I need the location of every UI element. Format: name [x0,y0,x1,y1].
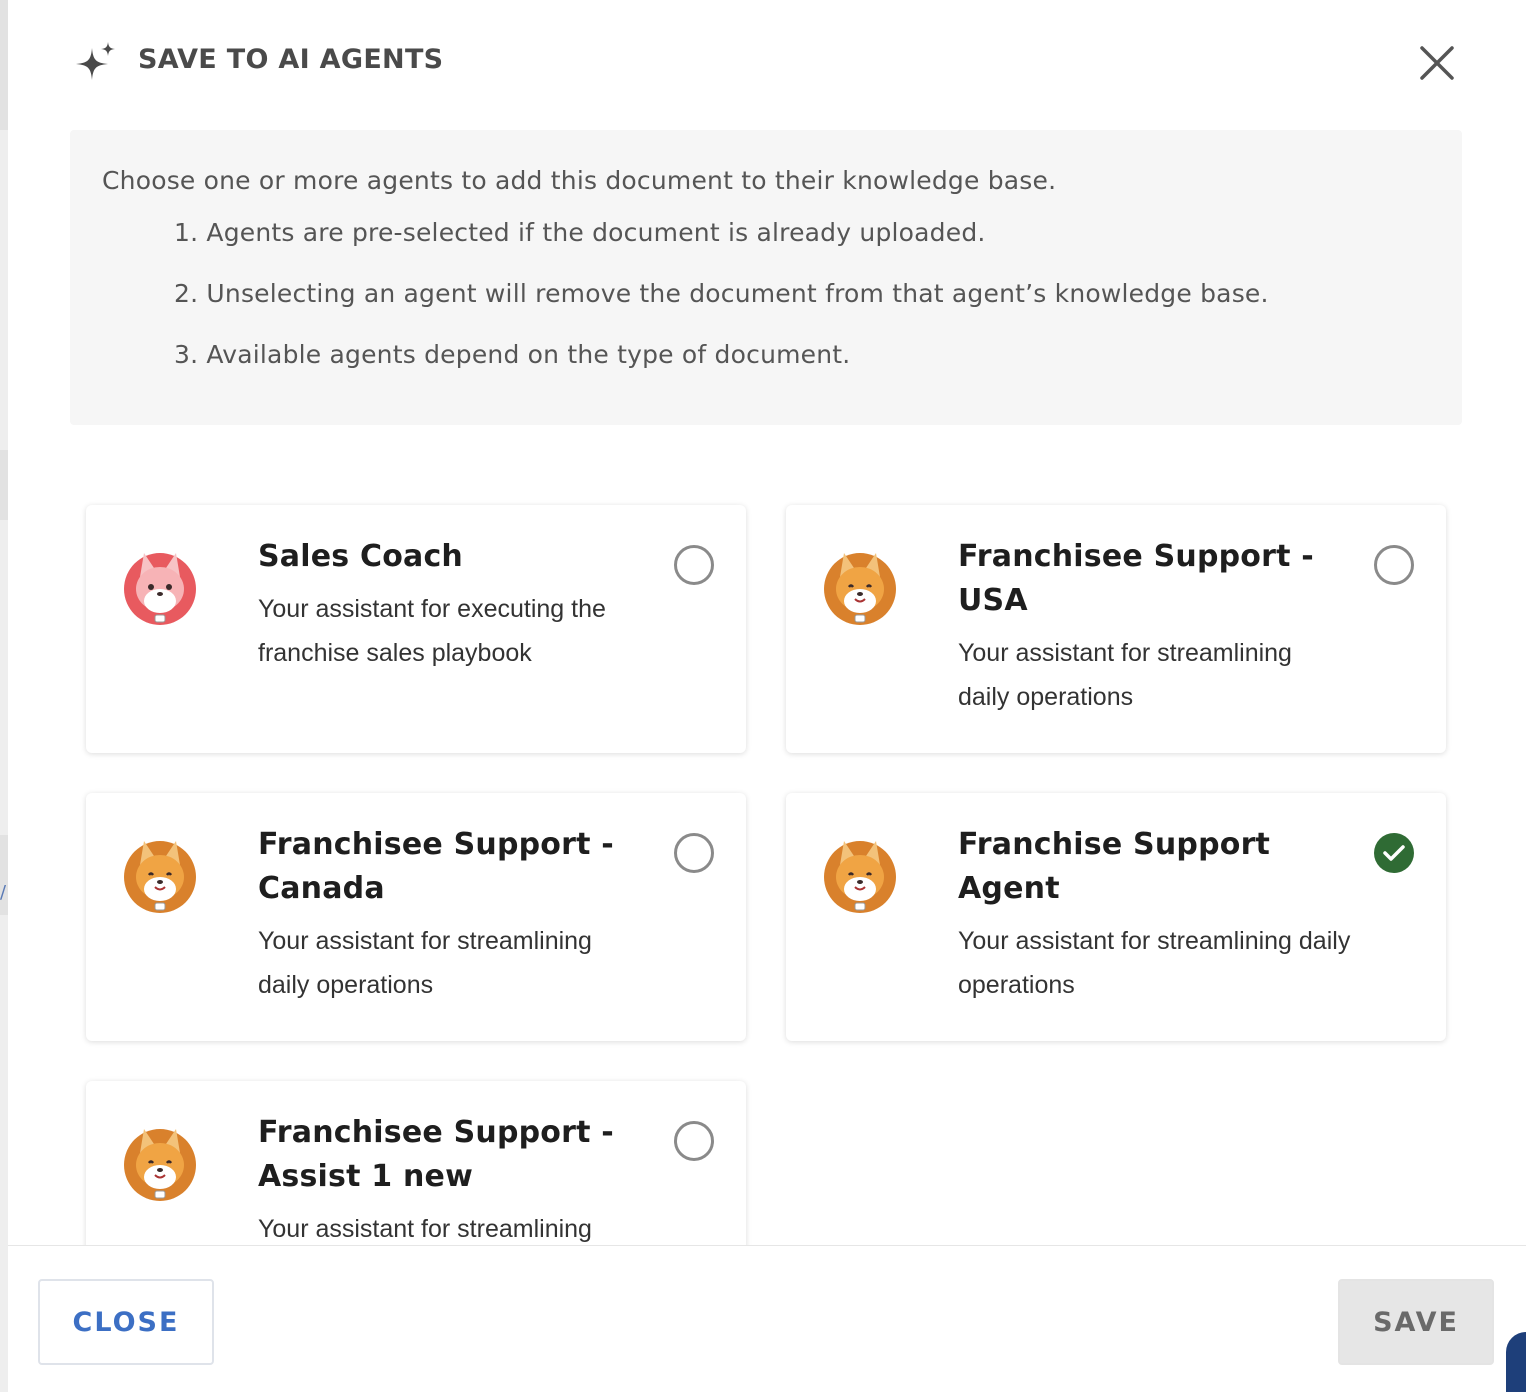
agent-description: Your assistant for executing the franchi… [258,595,606,667]
agent-info: Franchisee Support - Canada Your assista… [258,823,638,1007]
agent-card-franchisee-support-usa[interactable]: Franchisee Support - USA Your assistant … [786,505,1446,753]
backdrop-segment [0,835,8,915]
agent-name: Franchisee Support - USA [958,539,1314,618]
dialog-title: SAVE TO AI AGENTS [138,44,444,75]
agent-card-franchise-support-agent[interactable]: Franchise Support Agent Your assistant f… [786,793,1446,1041]
pink-fox-avatar [120,547,200,627]
backdrop-glyph: / [0,882,7,903]
agent-select-radio-checked[interactable] [1374,833,1414,873]
backdrop-segment [0,0,8,130]
instruction-item: 3. Available agents depend on the type o… [174,340,851,369]
close-button[interactable]: CLOSE [38,1279,214,1365]
agent-card-sales-coach[interactable]: Sales Coach Your assistant for executing… [86,505,746,753]
agent-select-radio[interactable] [674,833,714,873]
instruction-item: 1. Agents are pre-selected if the docume… [174,218,986,247]
backdrop-segment [0,450,8,520]
agent-name: Franchisee Support - Canada [258,827,614,906]
orange-fox-avatar [820,547,900,627]
agent-card-franchisee-support-canada[interactable]: Franchisee Support - Canada Your assista… [86,793,746,1041]
agent-description: Your assistant for streamlining daily [258,1215,592,1243]
agent-description: Your assistant for streamlining daily op… [258,927,592,999]
backdrop-edge: / [0,0,8,1392]
agent-select-radio[interactable] [674,545,714,585]
instruction-item: 2. Unselecting an agent will remove the … [174,279,1269,308]
agent-info: Franchise Support Agent Your assistant f… [958,823,1368,1007]
save-button[interactable]: SAVE [1338,1279,1494,1365]
agent-description: Your assistant for streamlining daily op… [958,639,1292,711]
agent-select-radio[interactable] [1374,545,1414,585]
agent-select-radio[interactable] [674,1121,714,1161]
agent-info: Franchisee Support - Assist 1 new Your a… [258,1111,638,1245]
agent-name: Sales Coach [258,539,463,574]
instructions-box: Choose one or more agents to add this do… [70,130,1462,425]
save-to-ai-agents-dialog: SAVE TO AI AGENTS Choose one or more age… [8,0,1526,1392]
orange-fox-avatar [120,1123,200,1203]
agent-description: Your assistant for streamlining daily op… [958,927,1351,999]
instructions-intro: Choose one or more agents to add this do… [102,166,1057,195]
checkmark-icon [1383,845,1405,861]
agent-name: Franchisee Support - Assist 1 new [258,1115,614,1194]
agent-name: Franchise Support Agent [958,827,1271,906]
close-x-icon[interactable] [1418,44,1456,82]
dialog-footer: CLOSE SAVE [8,1245,1526,1392]
agents-grid: Sales Coach Your assistant for executing… [8,430,1526,1245]
dialog-header: SAVE TO AI AGENTS [8,0,1526,120]
instructions-list: 1. Agents are pre-selected if the docume… [174,218,1269,401]
sparkle-icon [72,42,120,86]
orange-fox-avatar [820,835,900,915]
corner-accent [1506,1332,1526,1392]
agent-card-franchisee-support-assist-1-new[interactable]: Franchisee Support - Assist 1 new Your a… [86,1081,746,1245]
agent-info: Sales Coach Your assistant for executing… [258,535,638,675]
orange-fox-avatar [120,835,200,915]
agent-info: Franchisee Support - USA Your assistant … [958,535,1338,719]
